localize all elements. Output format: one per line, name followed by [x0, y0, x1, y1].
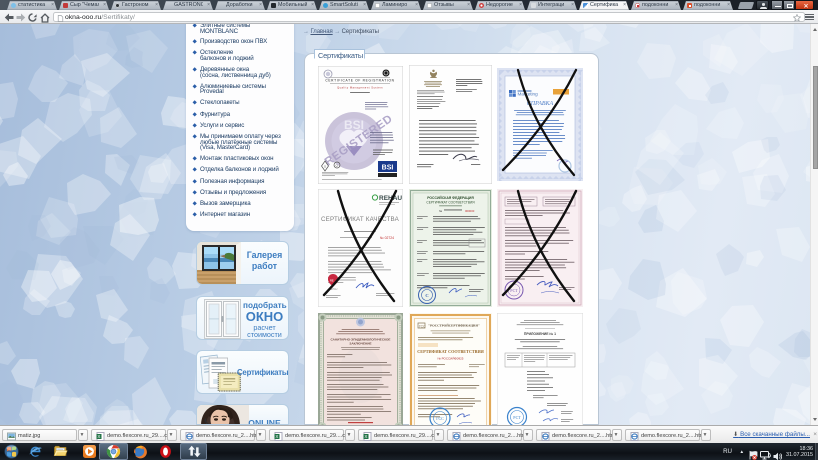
- svg-text:ГСС: ГСС: [419, 324, 426, 328]
- svg-text:СЕРТИФИКАТ СООТВЕТСТВИЯ: СЕРТИФИКАТ СООТВЕТСТВИЯ: [426, 201, 475, 205]
- svg-text:Quality Management System: Quality Management System: [337, 86, 383, 90]
- svg-text:Marketing: Marketing: [518, 92, 539, 97]
- svg-text:РОССИЙСКАЯ ФЕДЕРАЦИЯ: РОССИЙСКАЯ ФЕДЕРАЦИЯ: [427, 196, 474, 200]
- svg-text:С: С: [425, 293, 428, 298]
- svg-text:X: X: [97, 434, 100, 439]
- svg-text:РСТ: РСТ: [510, 288, 518, 293]
- svg-text:CERTIFICATE OF REGISTRATION: CERTIFICATE OF REGISTRATION: [325, 79, 394, 83]
- svg-text:"РОССТРОЙСЕРТИФИКАЦИЯ": "РОССТРОЙСЕРТИФИКАЦИЯ": [428, 323, 480, 328]
- svg-text:№: №: [439, 209, 442, 213]
- svg-text:№ РОССИЙФ0925: № РОССИЙФ0925: [438, 357, 464, 361]
- svg-text:000000: 000000: [465, 209, 475, 213]
- svg-text:BSI: BSI: [382, 165, 394, 172]
- svg-text:СЕРТИФИКАТ КАЧЕСТВА: СЕРТИФИКАТ КАЧЕСТВА: [321, 216, 400, 223]
- svg-text:X: X: [275, 434, 278, 439]
- svg-text:№ 02724: № 02724: [380, 236, 394, 240]
- svg-text:РСТ: РСТ: [513, 415, 521, 420]
- svg-text:ГСС: ГСС: [436, 416, 444, 421]
- svg-text:СЕРТИФИКАТ СООТВЕТСТВИЯ: СЕРТИФИКАТ СООТВЕТСТВИЯ: [417, 349, 483, 354]
- svg-text:ЗАКЛЮЧЕНИЕ: ЗАКЛЮЧЕНИЕ: [349, 342, 371, 346]
- svg-text:RE: RE: [330, 279, 334, 283]
- svg-text:X: X: [364, 434, 367, 439]
- svg-text:S: S: [324, 165, 326, 169]
- svg-text:ПРИЛОЖЕНИЕ № 1: ПРИЛОЖЕНИЕ № 1: [524, 332, 556, 336]
